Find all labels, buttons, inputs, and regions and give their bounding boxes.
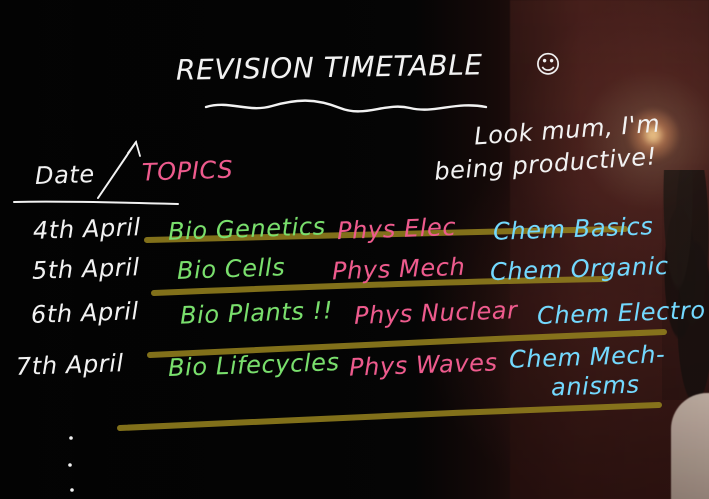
timetable-title: REVISION TIMETABLE: [175, 48, 483, 87]
row-1-date: 4th April: [32, 213, 142, 245]
smiley-icon: ☺: [535, 50, 562, 79]
row-4-chem-line-2: anisms: [550, 370, 641, 402]
row-4-phys: Phys Waves: [348, 348, 499, 382]
topics-header: TOPICS: [141, 155, 234, 187]
row-2-phys: Phys Mech: [331, 252, 466, 286]
row-3-bio: Bio Plants !!: [179, 296, 334, 330]
row-2-date: 5th April: [31, 253, 141, 285]
row-4-bio: Bio Lifecycles: [167, 348, 341, 382]
video-frame: REVISION TIMETABLE ☺ Look mum, I'm being…: [0, 0, 709, 499]
row-1-phys: Phys Elec: [336, 212, 457, 246]
row-4-chem-line-1: Chem Mech-: [508, 340, 666, 374]
row-3-date: 6th April: [30, 297, 140, 329]
row-1-chem: Chem Basics: [492, 212, 654, 246]
row-3-phys: Phys Nuclear: [353, 296, 519, 330]
row-3-chem: Chem Electro: [536, 296, 707, 330]
row-2-bio: Bio Cells: [176, 253, 286, 285]
row-4-date: 7th April: [15, 349, 125, 381]
date-header: Date: [34, 159, 96, 191]
row-1-bio: Bio Genetics: [167, 212, 327, 246]
row-2-chem: Chem Organic: [489, 251, 670, 287]
